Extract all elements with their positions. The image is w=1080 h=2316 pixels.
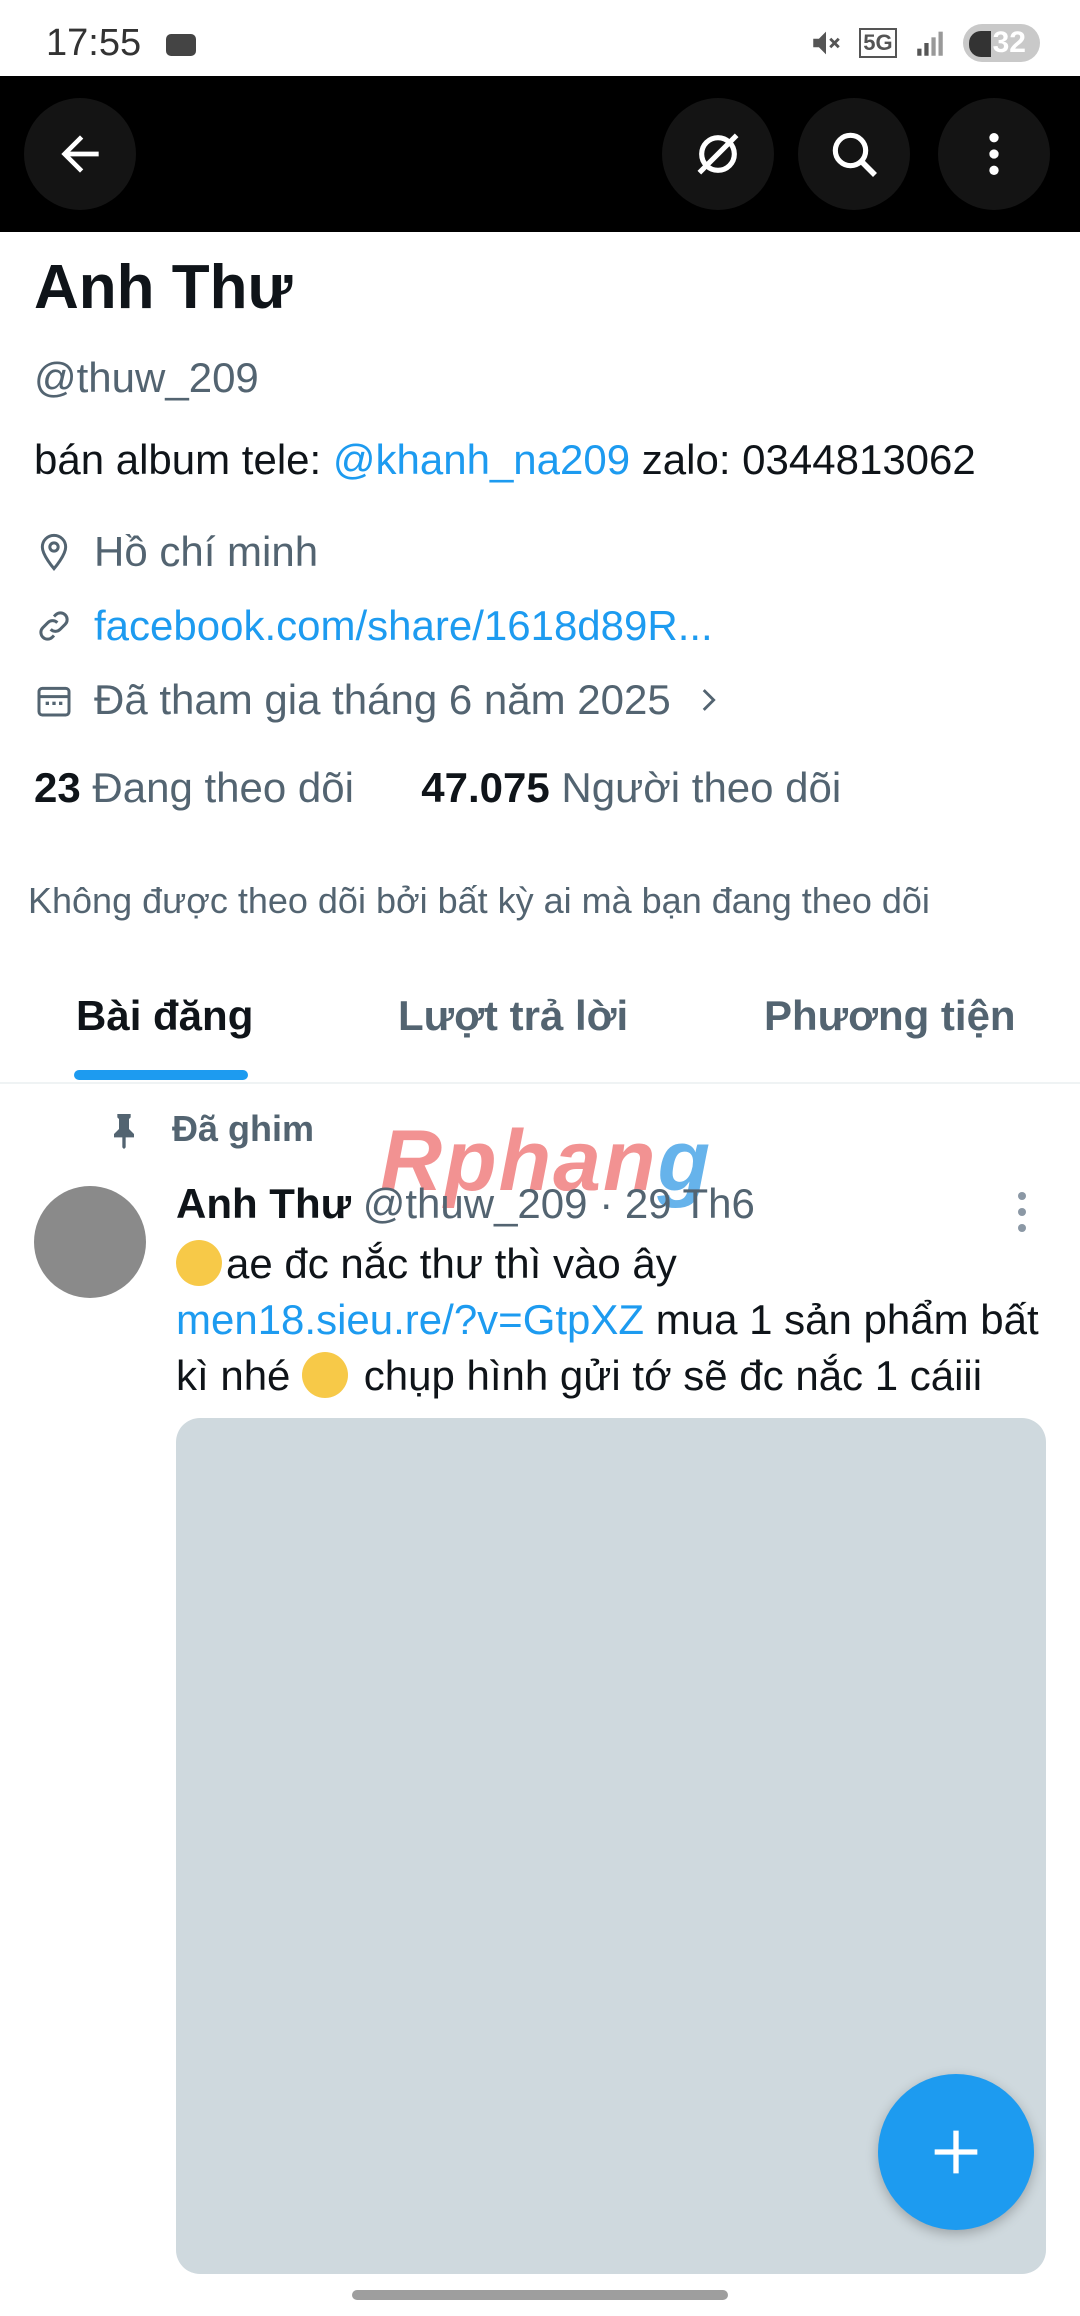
emoji-icon [302, 1352, 349, 1398]
joined-row[interactable]: Đã tham gia tháng 6 năm 2025 [34, 676, 725, 724]
status-time: 17:55 [46, 22, 142, 64]
bio-mention-link[interactable]: @khanh_na209 [333, 436, 630, 483]
search-icon [832, 132, 877, 177]
compose-button[interactable] [878, 2074, 1034, 2230]
battery-indicator: 32 [962, 24, 1040, 62]
tweet-handle: @thuw_209 [362, 1180, 588, 1227]
tweet-date: · 29 Th6 [599, 1180, 755, 1227]
profile-header-banner [0, 76, 1080, 232]
location-pin-icon [40, 533, 68, 571]
profile-bio: bán album tele: @khanh_na209 zalo: 03448… [34, 436, 976, 484]
tab-media[interactable]: Phương tiện [764, 992, 1016, 1040]
tweet-header: Anh Thư @thuw_209 · 29 Th6 [176, 1180, 755, 1228]
location-text: Hồ chí minh [94, 528, 319, 575]
signal-icon [916, 31, 943, 56]
more-vertical-icon [989, 133, 999, 175]
back-button[interactable] [24, 98, 136, 210]
display-name: Anh Thư [34, 253, 293, 322]
pin-icon [114, 1114, 134, 1149]
following-label: Đang theo dõi [92, 764, 354, 811]
website-row: facebook.com/share/1618d89R... [34, 602, 713, 650]
plus-icon [934, 2130, 978, 2174]
followers-count: 47.075 [421, 764, 550, 811]
profile-tabs: Bài đăng Lượt trả lời Phương tiện [0, 952, 1080, 1084]
avatar[interactable] [34, 1186, 146, 1298]
grok-icon [697, 133, 739, 175]
arrow-left-icon [61, 135, 99, 173]
mute-icon [813, 31, 841, 55]
more-options-button[interactable] [938, 98, 1050, 210]
location-row: Hồ chí minh [34, 528, 318, 576]
network-type: 5G [859, 28, 897, 58]
home-indicator[interactable] [352, 2290, 728, 2300]
active-tab-indicator [74, 1070, 248, 1080]
profile-handle: @thuw_209 [34, 354, 259, 401]
pinned-label: Đã ghim [104, 1108, 314, 1150]
following-count: 23 [34, 764, 81, 811]
follow-stats: 23 Đang theo dõi 47.075 Người theo dõi [34, 764, 841, 812]
link-icon [39, 611, 69, 641]
followers-you-know-note: Không được theo dõi bởi bất kỳ ai mà bạn… [28, 880, 930, 921]
tweet-text-line1: ae đc nắc thư thì vào ây [226, 1240, 677, 1287]
tab-replies[interactable]: Lượt trả lời [398, 992, 628, 1040]
tweet-text: ae đc nắc thư thì vào ây men18.sieu.re/?… [176, 1236, 1056, 1404]
chevron-right-icon [702, 689, 716, 711]
followers-label: Người theo dõi [561, 764, 842, 811]
status-icons: 5G 32 [809, 24, 1040, 62]
following-link[interactable]: 23 Đang theo dõi [34, 764, 354, 811]
tweet-link[interactable]: men18.sieu.re/?v=GtpXZ [176, 1296, 644, 1343]
grok-button[interactable] [662, 98, 774, 210]
pinned-text: Đã ghim [172, 1108, 315, 1149]
calendar-icon [37, 686, 71, 717]
status-bar: 17:55 5G 32 [0, 0, 1080, 76]
tab-posts[interactable]: Bài đăng [76, 992, 253, 1040]
search-button[interactable] [798, 98, 910, 210]
emoji-icon [176, 1240, 222, 1286]
joined-text: Đã tham gia tháng 6 năm 2025 [94, 676, 671, 723]
tweet-text-line3: chụp hình gửi tớ sẽ đc nắc 1 cáiii [352, 1352, 983, 1399]
bio-text-suffix: zalo: 0344813062 [630, 436, 976, 483]
tweet-author[interactable]: Anh Thư [176, 1180, 351, 1227]
tweet-more-button[interactable] [1014, 1192, 1030, 1232]
website-link[interactable]: facebook.com/share/1618d89R... [94, 602, 713, 650]
message-notification-icon [166, 34, 196, 56]
followers-link[interactable]: 47.075 Người theo dõi [421, 764, 841, 811]
bio-text-prefix: bán album tele: [34, 436, 333, 483]
